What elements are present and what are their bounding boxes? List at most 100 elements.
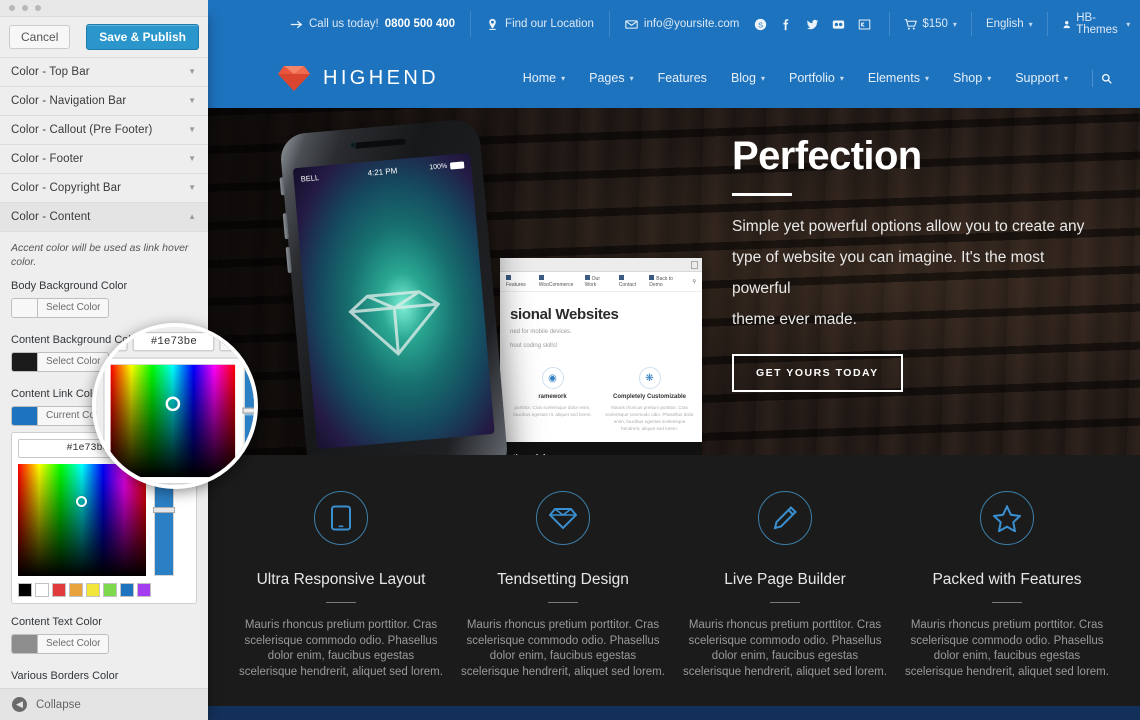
color-picker-panel[interactable]: Default — [11, 432, 208, 604]
chevron-down-icon: ▾ — [839, 73, 844, 83]
window-title-bar — [0, 0, 208, 17]
skype-icon[interactable]: S — [754, 18, 767, 31]
browser-col-title: Completely Customizable — [612, 394, 686, 400]
top-bar-email[interactable]: info@yoursite.com — [608, 11, 754, 37]
preset-swatch-blue[interactable] — [120, 583, 134, 597]
preset-swatch-purple[interactable] — [137, 583, 151, 597]
menu-dot-icon — [506, 275, 511, 280]
section-color-copyright-bar[interactable]: Color - Copyright Bar ▼ — [0, 174, 208, 203]
feature-card: Live Page Builder Mauris rhoncus pretium… — [674, 491, 896, 706]
color-picker-area — [18, 464, 190, 576]
nav-label: Pages — [589, 71, 625, 85]
top-bar-email-label: info@yoursite.com — [643, 18, 740, 30]
field-label: Body Background Color — [11, 280, 128, 292]
select-color-button[interactable]: Select Color — [11, 298, 110, 318]
browser-nav: Features WooCommerce Our Work Contact Ba… — [500, 272, 702, 292]
site-top-bar: Call us today! 0800 500 400 Find our Loc… — [208, 0, 1140, 48]
section-color-top-bar[interactable]: Color - Top Bar ▼ — [0, 58, 208, 87]
nav-item-features[interactable]: Features — [646, 71, 719, 85]
hero-paragraph-1: Simple yet powerful options allow you to… — [732, 218, 1085, 297]
field-body-background-color: Body Background Color Select Color — [11, 280, 197, 322]
chevron-down-icon: ▾ — [987, 73, 992, 83]
nav-item-support[interactable]: Support ▾ — [1003, 71, 1080, 85]
browser-sub-2: hout coding skills! — [510, 343, 558, 349]
preset-swatches — [18, 583, 190, 597]
feature-divider — [770, 602, 800, 603]
phone-body: BELL 4:21 PM 100% — [278, 117, 510, 455]
nav-item-pages[interactable]: Pages ▾ — [577, 71, 645, 85]
cancel-button[interactable]: Cancel — [9, 25, 71, 49]
envelope-icon — [625, 19, 638, 29]
nav-item-shop[interactable]: Shop ▾ — [941, 71, 1003, 85]
preset-swatch-green[interactable] — [103, 583, 117, 597]
window-minimize-button[interactable] — [22, 5, 28, 11]
color-swatch — [12, 299, 38, 317]
chevron-down-icon: ▼ — [188, 96, 196, 105]
current-color-button[interactable]: Current Color — [11, 406, 116, 426]
select-color-button[interactable]: Select Color — [11, 634, 110, 654]
site-preview: Call us today! 0800 500 400 Find our Loc… — [208, 0, 1140, 720]
preset-swatch-black[interactable] — [18, 583, 32, 597]
feature-title: Tendsetting Design — [497, 571, 629, 588]
section-color-navigation-bar[interactable]: Color - Navigation Bar ▼ — [0, 87, 208, 116]
phone-speaker — [353, 138, 407, 149]
language-selector[interactable]: English ▾ — [970, 12, 1047, 36]
feature-text: Mauris rhoncus pretium porttitor. Cras s… — [239, 619, 443, 678]
section-color-content[interactable]: Color - Content ▲ — [0, 203, 208, 232]
customizer-sidebar: Cancel Save & Publish Color - Top Bar ▼ … — [0, 17, 208, 720]
preset-swatch-orange[interactable] — [69, 583, 83, 597]
nav-item-home[interactable]: Home ▾ — [511, 71, 577, 85]
nav-label: Elements — [867, 71, 920, 85]
top-bar-phone[interactable]: Call us today! 0800 500 400 — [275, 11, 470, 37]
site-navigation-bar: HIGHEND Home ▾ Pages ▾ Features Blog ▾ P… — [208, 48, 1140, 108]
search-icon[interactable] — [1101, 71, 1116, 86]
color-button-label: Select Color — [46, 356, 101, 367]
hex-color-input[interactable] — [18, 439, 157, 458]
field-label: Content Background Color — [11, 334, 141, 346]
flickr-icon[interactable] — [832, 18, 845, 31]
hue-slider[interactable] — [153, 464, 175, 576]
feature-title: Ultra Responsive Layout — [256, 571, 426, 588]
feature-card: Ultra Responsive Layout Mauris rhoncus p… — [230, 491, 452, 706]
hero-cta-button[interactable]: GET YOURS TODAY — [732, 354, 903, 392]
collapse-sidebar-button[interactable]: ◀ Collapse — [0, 688, 208, 720]
menu-dot-icon — [584, 275, 590, 280]
save-publish-button[interactable]: Save & Publish — [86, 24, 199, 50]
browser-nav-item: Features — [506, 275, 530, 288]
saturation-cursor[interactable] — [76, 496, 87, 507]
saturation-value-field[interactable] — [18, 464, 146, 576]
customizer-sections[interactable]: Color - Top Bar ▼ Color - Navigation Bar… — [0, 58, 208, 688]
window-maximize-button[interactable] — [35, 5, 41, 11]
section-color-footer[interactable]: Color - Footer ▼ — [0, 145, 208, 174]
cart-button[interactable]: $150 ▾ — [889, 12, 971, 36]
hero-paragraph-2: theme ever made. — [732, 311, 857, 328]
window-close-button[interactable] — [9, 5, 15, 11]
top-bar-location[interactable]: Find our Location — [470, 11, 609, 37]
nav-item-elements[interactable]: Elements ▾ — [856, 71, 941, 85]
nav-item-portfolio[interactable]: Portfolio ▾ — [777, 71, 856, 85]
language-label: English — [985, 18, 1024, 30]
preset-swatch-white[interactable] — [35, 583, 49, 597]
feature-title: Live Page Builder — [724, 571, 846, 588]
preset-swatch-red[interactable] — [52, 583, 66, 597]
facebook-icon[interactable] — [780, 18, 793, 31]
account-menu[interactable]: HB-Themes ▾ — [1046, 12, 1140, 36]
search-icon[interactable]: ⚲ — [692, 279, 696, 285]
nav-item-blog[interactable]: Blog ▾ — [719, 71, 777, 85]
nav-label: Home — [522, 71, 557, 85]
accent-color-hint: Accent color will be used as link hover … — [11, 242, 189, 268]
section-color-callout[interactable]: Color - Callout (Pre Footer) ▼ — [0, 116, 208, 145]
site-logo[interactable]: HIGHEND — [278, 63, 439, 93]
cart-total: $150 — [922, 18, 948, 30]
preset-swatch-yellow[interactable] — [86, 583, 100, 597]
behance-icon[interactable] — [858, 18, 871, 31]
default-color-button[interactable]: Default — [163, 439, 208, 458]
main-menu: Home ▾ Pages ▾ Features Blog ▾ Portfolio… — [511, 69, 1116, 87]
twitter-icon[interactable] — [806, 18, 819, 31]
diamond-icon — [536, 491, 590, 545]
chevron-down-icon: ▼ — [188, 183, 196, 192]
browser-columns: ◉ ramework porttitor. Cras scelerisque d… — [500, 361, 702, 442]
select-color-button[interactable]: Select Color — [11, 352, 110, 372]
chevron-down-icon: ▾ — [629, 73, 634, 83]
hue-slider-handle[interactable] — [153, 507, 175, 513]
